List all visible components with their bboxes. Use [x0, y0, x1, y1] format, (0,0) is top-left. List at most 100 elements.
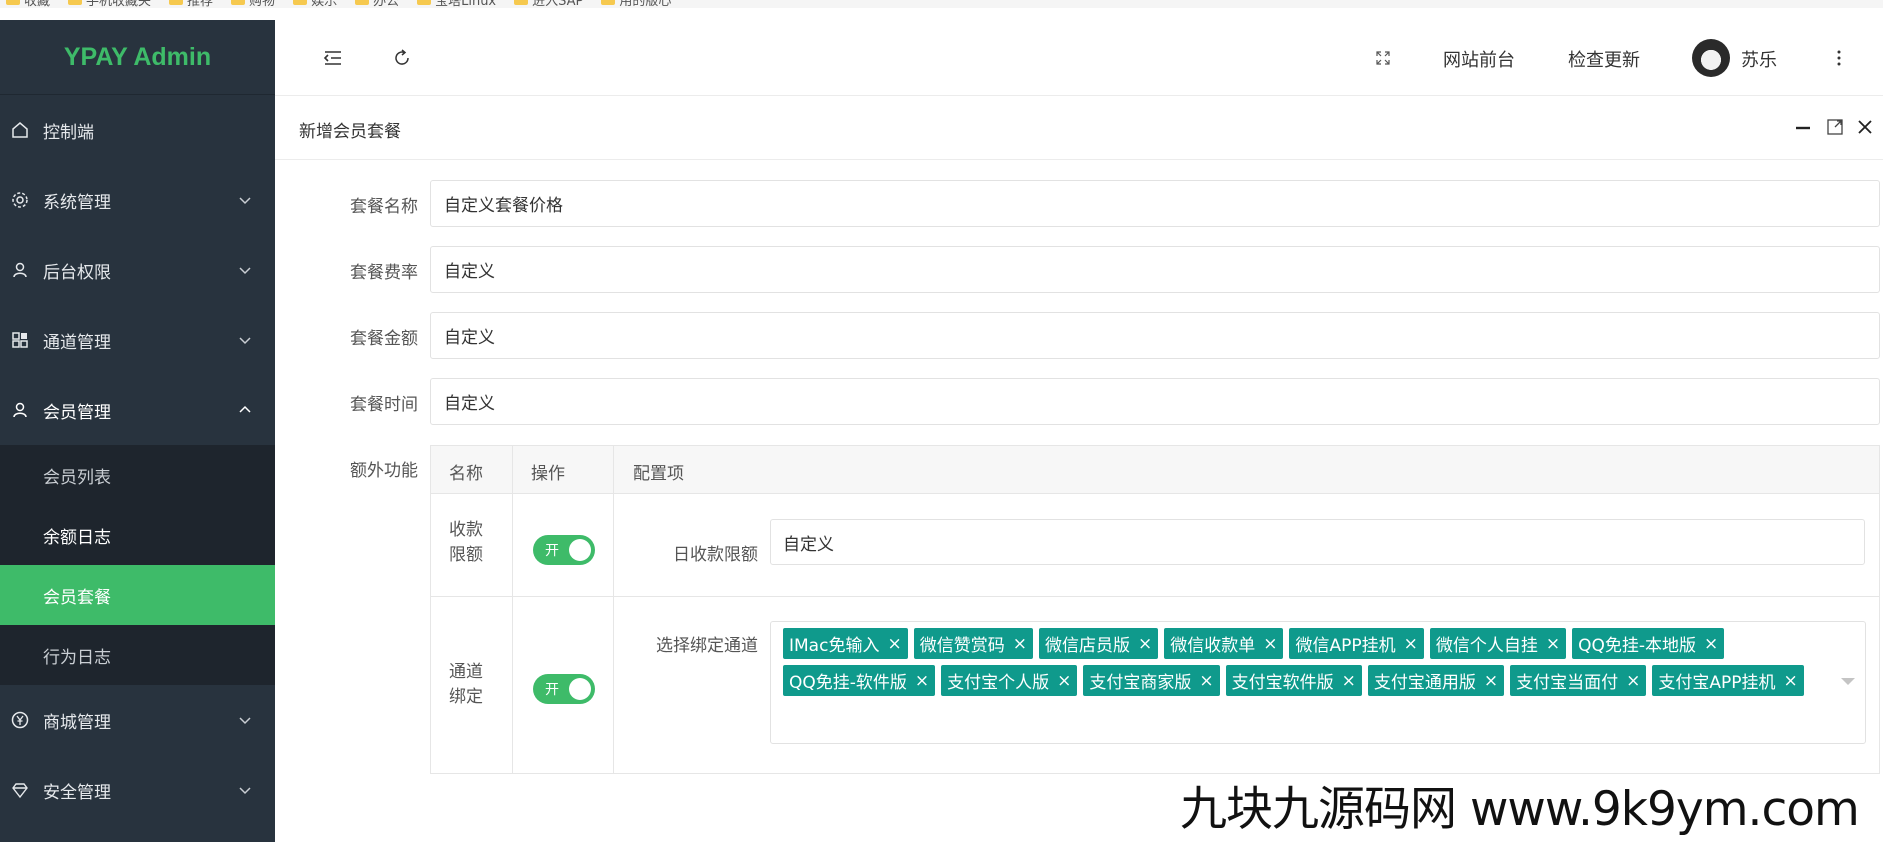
fullscreen-icon[interactable]	[1372, 47, 1394, 69]
chevron-down-icon	[237, 712, 253, 728]
submenu-item-member-packages[interactable]: 会员套餐	[0, 565, 275, 625]
bookmark-item[interactable]: 办公	[355, 0, 399, 8]
panel-header: 新增会员套餐	[275, 97, 1883, 160]
sidebar-item-dashboard[interactable]: 控制端	[0, 95, 275, 165]
package-time-label: 套餐时间	[350, 395, 418, 415]
submenu-item-member-list[interactable]: 会员列表	[0, 445, 275, 505]
form-row-name: 套餐名称 自定义套餐价格	[275, 180, 1883, 228]
remove-tag-icon[interactable]: ×	[1057, 671, 1071, 691]
bookmark-label: 用的版心	[619, 0, 672, 8]
bookmark-item[interactable]: 购物	[231, 0, 275, 8]
remove-tag-icon[interactable]: ×	[1342, 671, 1356, 691]
package-time-input[interactable]: 自定义	[430, 378, 1880, 425]
folder-icon	[169, 0, 184, 5]
remove-tag-icon[interactable]: ×	[1626, 671, 1640, 691]
bookmark-label: 手机收藏夹	[86, 0, 152, 8]
sidebar-item-channels[interactable]: 通道管理	[0, 305, 275, 375]
submenu-item-behavior-log[interactable]: 行为日志	[0, 625, 275, 685]
channel-tag: 微信店员版 ×	[1038, 628, 1159, 659]
limit-toggle[interactable]: 开	[533, 535, 595, 565]
channel-tag-label: 支付宝APP挂机	[1658, 673, 1776, 693]
bookmark-item[interactable]: 手机收藏夹	[68, 0, 151, 8]
channel-tag: 支付宝软件版 ×	[1225, 665, 1362, 696]
column-divider	[613, 446, 614, 773]
remove-tag-icon[interactable]: ×	[1138, 634, 1152, 654]
remove-tag-icon[interactable]: ×	[1404, 634, 1418, 654]
diamond-icon	[10, 780, 30, 800]
bookmark-item[interactable]: 推荐	[169, 0, 213, 8]
folder-icon	[293, 0, 308, 5]
submenu-item-balance-log[interactable]: 余额日志	[0, 505, 275, 565]
sidebar-item-security[interactable]: 安全管理	[0, 755, 275, 825]
dropdown-arrow-icon[interactable]	[1841, 678, 1855, 685]
bookmark-item[interactable]: 收藏	[6, 0, 50, 8]
column-header-config: 配置项	[633, 464, 684, 484]
form-row-rate: 套餐费率 自定义	[275, 246, 1883, 294]
chevron-down-icon	[237, 192, 253, 208]
chevron-down-icon	[237, 332, 253, 348]
column-header-action: 操作	[531, 464, 565, 484]
channel-tag: QQ免挂-本地版 ×	[1572, 628, 1725, 659]
sidebar-item-permissions[interactable]: 后台权限	[0, 235, 275, 305]
bookmark-label: 娱乐	[311, 0, 338, 8]
username[interactable]: 苏乐	[1741, 46, 1777, 72]
channel-tag: 支付宝个人版 ×	[941, 665, 1078, 696]
column-divider	[512, 446, 513, 773]
bookmark-item[interactable]: 进入SAP	[514, 0, 583, 8]
collapse-menu-icon[interactable]	[322, 47, 344, 69]
bookmark-label: 收藏	[24, 0, 51, 8]
channel-multiselect[interactable]: IMac免输入 × 微信赞赏码 × 微信店员版 × 微信收款单 × 微信APP挂机 × 微信个人自挂…	[770, 621, 1866, 744]
channel-tag-label: 支付宝个人版	[947, 673, 1050, 693]
package-rate-label: 套餐费率	[350, 263, 418, 283]
channel-tag-label: IMac免输入	[789, 636, 880, 656]
maximize-icon[interactable]	[1825, 117, 1845, 137]
row-divider	[431, 596, 1879, 597]
sidebar-item-label: 商城管理	[43, 712, 111, 733]
remove-tag-icon[interactable]: ×	[1013, 634, 1027, 654]
close-icon[interactable]	[1855, 117, 1875, 137]
table-header: 名称 操作 配置项	[431, 446, 1879, 494]
app-logo: YPAY Admin	[0, 20, 275, 95]
minimize-icon[interactable]	[1793, 117, 1813, 137]
folder-icon	[417, 0, 432, 5]
check-update-link[interactable]: 检查更新	[1568, 46, 1640, 72]
bookmark-item[interactable]: 宝塔Linux	[417, 0, 496, 8]
refresh-icon[interactable]	[391, 47, 413, 69]
bookmark-item[interactable]: 娱乐	[293, 0, 337, 8]
home-icon	[10, 120, 30, 140]
channel-binding-toggle[interactable]: 开	[533, 674, 595, 704]
remove-tag-icon[interactable]: ×	[915, 671, 929, 691]
sidebar-item-members[interactable]: 会员管理	[0, 375, 275, 445]
bookmark-item[interactable]: 用的版心	[601, 0, 671, 8]
avatar[interactable]	[1692, 39, 1730, 77]
remove-tag-icon[interactable]: ×	[1484, 671, 1498, 691]
folder-icon	[514, 0, 529, 5]
user-icon	[10, 400, 30, 420]
channel-tag: 支付宝APP挂机 ×	[1652, 665, 1804, 696]
remove-tag-icon[interactable]: ×	[887, 634, 901, 654]
bookmark-label: 进入SAP	[532, 0, 584, 8]
remove-tag-icon[interactable]: ×	[1704, 634, 1718, 654]
daily-limit-input[interactable]: 自定义	[770, 519, 1865, 565]
channel-tag-label: 微信赞赏码	[919, 636, 1005, 656]
row-name-limit: 收款限额	[449, 520, 483, 565]
form-row-amount: 套餐金额 自定义	[275, 312, 1883, 360]
package-amount-input[interactable]: 自定义	[430, 312, 1880, 359]
remove-tag-icon[interactable]: ×	[1199, 671, 1213, 691]
site-front-link[interactable]: 网站前台	[1443, 46, 1515, 72]
daily-limit-label: 日收款限额	[673, 545, 758, 565]
package-rate-input[interactable]: 自定义	[430, 246, 1880, 293]
channel-tag: 微信赞赏码 ×	[913, 628, 1033, 659]
package-amount-label: 套餐金额	[350, 329, 418, 349]
remove-tag-icon[interactable]: ×	[1546, 634, 1560, 654]
remove-tag-icon[interactable]: ×	[1784, 671, 1798, 691]
more-vertical-icon[interactable]	[1828, 47, 1850, 69]
remove-tag-icon[interactable]: ×	[1263, 634, 1277, 654]
sidebar-item-label: 后台权限	[43, 262, 111, 283]
sidebar-item-shop[interactable]: 商城管理	[0, 685, 275, 755]
top-bar: 网站前台 检查更新 苏乐	[275, 20, 1883, 96]
sidebar: YPAY Admin 控制端 系统管理 后台权限 通道管理 会员管理 会员列表 …	[0, 20, 275, 842]
sidebar-item-system[interactable]: 系统管理	[0, 165, 275, 235]
package-name-input[interactable]: 自定义套餐价格	[430, 180, 1880, 227]
folder-icon	[601, 0, 616, 5]
